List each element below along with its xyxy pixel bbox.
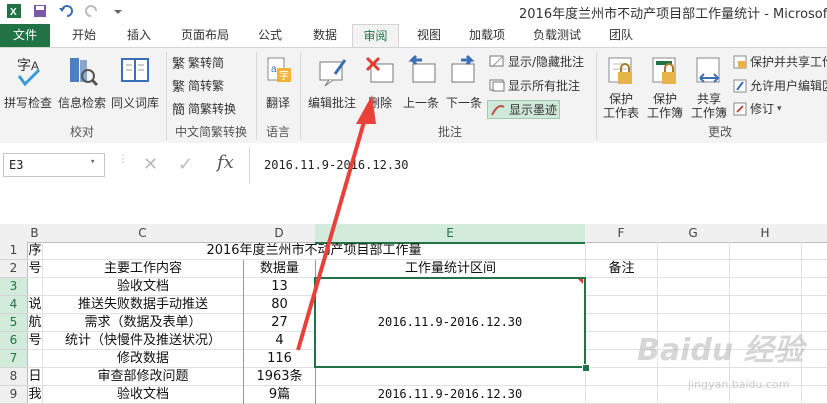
baidu-watermark: Baidu 经验	[637, 333, 804, 368]
baidu-watermark-url: jingyan.baidu.com	[688, 378, 790, 391]
